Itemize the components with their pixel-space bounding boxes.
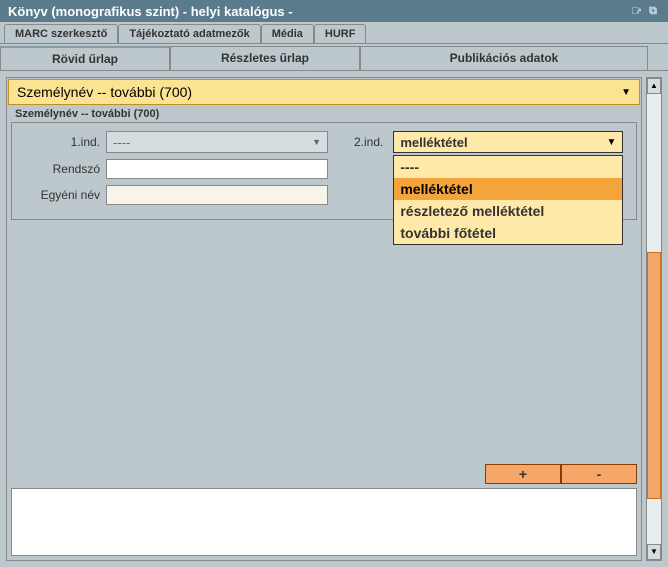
titlebar: Könyv (monografikus szint) - helyi katal… <box>0 0 668 22</box>
app-window: Könyv (monografikus szint) - helyi katal… <box>0 0 668 567</box>
ind2-dropdown: ---- melléktétel részletező melléktétel … <box>393 155 623 245</box>
restore-icon[interactable]: ⧉ <box>646 4 660 18</box>
maximize-icon[interactable]: □↗ <box>630 4 644 18</box>
titlebar-controls: □↗ ⧉ <box>630 4 660 18</box>
scrollbar[interactable]: ▲ ▼ <box>646 77 662 561</box>
section-header[interactable]: Személynév -- további (700) ▼ <box>8 79 640 105</box>
scroll-track[interactable] <box>647 94 661 544</box>
ind2-select[interactable]: melléktétel ▼ ---- melléktétel részletez… <box>393 131 623 153</box>
dropdown-option-blank[interactable]: ---- <box>394 156 622 178</box>
rendszo-input[interactable] <box>106 159 328 179</box>
ind1-value: ---- <box>113 135 130 150</box>
spacer <box>7 220 641 460</box>
notes-textarea[interactable] <box>11 488 637 556</box>
tab-media[interactable]: Média <box>261 24 314 43</box>
ind1-select[interactable]: ---- ▼ <box>106 131 328 153</box>
fieldset: 1.ind. ---- ▼ 2.ind. melléktétel ▼ ---- … <box>11 122 637 220</box>
egyeninev-input[interactable] <box>106 185 328 205</box>
tab-detailed-form[interactable]: Részletes űrlap <box>170 46 360 70</box>
dropdown-option-mellektetel[interactable]: melléktétel <box>394 178 622 200</box>
ind2-value: melléktétel <box>400 135 467 150</box>
egyeninev-label: Egyéni név <box>18 188 100 202</box>
tab-row-secondary: Rövid űrlap Részletes űrlap Publikációs … <box>0 44 668 71</box>
tab-hurf[interactable]: HURF <box>314 24 367 43</box>
fieldset-legend: Személynév -- további (700) <box>7 106 641 122</box>
indicator-row: 1.ind. ---- ▼ 2.ind. melléktétel ▼ ---- … <box>18 131 630 153</box>
scroll-thumb[interactable] <box>647 252 661 500</box>
scroll-up-button[interactable]: ▲ <box>647 78 661 94</box>
tab-short-form[interactable]: Rövid űrlap <box>0 46 170 70</box>
rendszo-label: Rendszó <box>18 162 100 176</box>
chevron-down-icon: ▼ <box>606 137 616 148</box>
tab-info-fields[interactable]: Tájékoztató adatmezők <box>118 24 260 43</box>
tab-row-primary: MARC szerkesztő Tájékoztató adatmezők Mé… <box>0 22 668 44</box>
window-title: Könyv (monografikus szint) - helyi katal… <box>8 4 293 19</box>
chevron-down-icon: ▼ <box>312 137 321 147</box>
main-panel: Személynév -- további (700) ▼ Személynév… <box>6 77 642 561</box>
button-row: + - <box>7 460 641 488</box>
tab-marc-editor[interactable]: MARC szerkesztő <box>4 24 118 43</box>
dropdown-option-tovabbi[interactable]: további főtétel <box>394 222 622 244</box>
add-button[interactable]: + <box>485 464 561 484</box>
tab-publication-data[interactable]: Publikációs adatok <box>360 46 648 70</box>
content-area: Személynév -- további (700) ▼ Személynév… <box>0 71 668 567</box>
ind2-label: 2.ind. <box>354 135 383 149</box>
ind1-label: 1.ind. <box>18 135 100 149</box>
remove-button[interactable]: - <box>561 464 637 484</box>
scroll-down-button[interactable]: ▼ <box>647 544 661 560</box>
section-title: Személynév -- további (700) <box>17 84 192 100</box>
dropdown-option-reszletezo[interactable]: részletező melléktétel <box>394 200 622 222</box>
chevron-down-icon: ▼ <box>621 87 631 98</box>
